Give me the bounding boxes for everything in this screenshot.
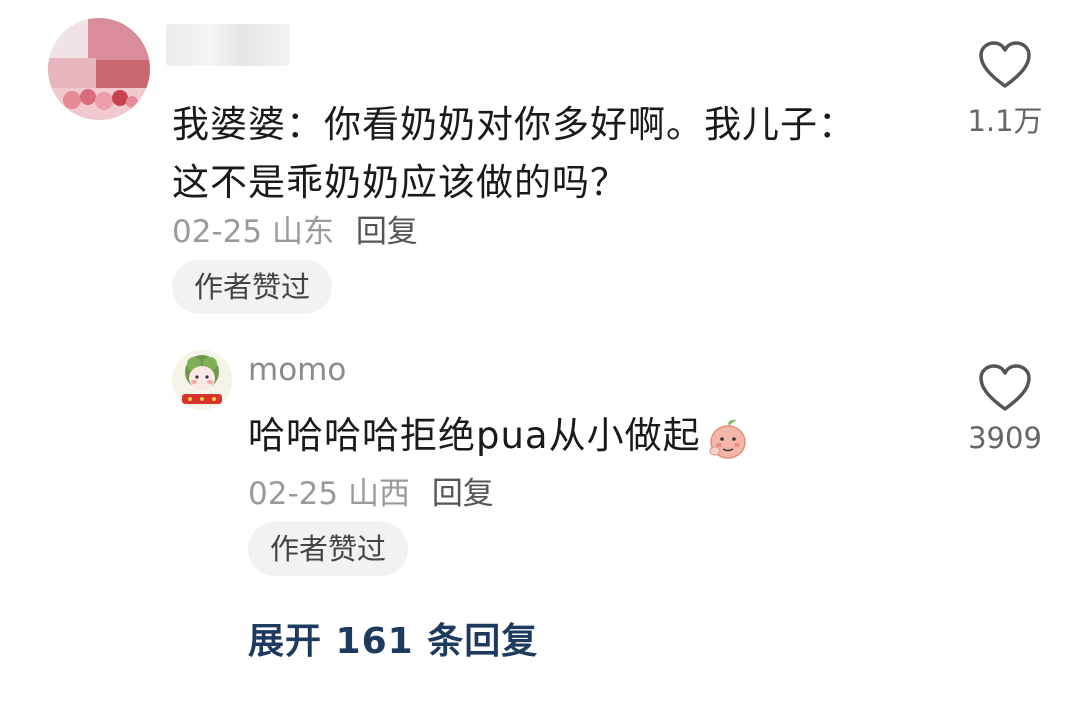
like-count: 1.1万 [967,104,1043,138]
reply-text: 哈哈哈哈拒绝pua从小做起 [248,408,751,464]
reply-button[interactable]: 回复 [356,214,418,250]
reply-meta: 02-25 山西 回复 [248,468,494,513]
avatar[interactable] [48,18,150,120]
author-liked-badge: 作者赞过 [172,260,333,314]
reply-username[interactable]: momo [248,352,346,388]
reply-location: 山西 [347,476,410,512]
author-liked-badge: 作者赞过 [248,522,409,576]
cartoon-avatar-icon [172,350,232,410]
comment-item: 我婆婆：你看奶奶对你多好啊。我儿子：这不是乖奶奶应该做的吗？ 02-25 山东 … [0,0,1080,330]
comment-text: 我婆婆：你看奶奶对你多好啊。我儿子：这不是乖奶奶应该做的吗？ [172,103,856,204]
avatar[interactable] [172,350,232,410]
reply-date: 02-25 [248,476,339,512]
comment-location: 山东 [271,214,334,250]
like-button[interactable]: 1.1万 [957,40,1053,140]
reply-button[interactable]: 回复 [432,476,494,512]
rose-avatar-icon [63,89,138,110]
expand-replies-link[interactable]: 展开 161 条回复 [248,612,538,664]
peach-emoji-icon [709,419,746,459]
reply-text-content: 哈哈哈哈拒绝pua从小做起 [248,414,701,457]
heart-icon[interactable] [977,40,1033,90]
comment-date: 02-25 [172,214,263,250]
like-button[interactable]: 3909 [957,363,1053,455]
username-blurred[interactable] [166,24,290,66]
like-count: 3909 [968,421,1042,455]
comment-meta: 02-25 山东 回复 [172,206,418,251]
heart-icon[interactable] [977,363,1033,413]
